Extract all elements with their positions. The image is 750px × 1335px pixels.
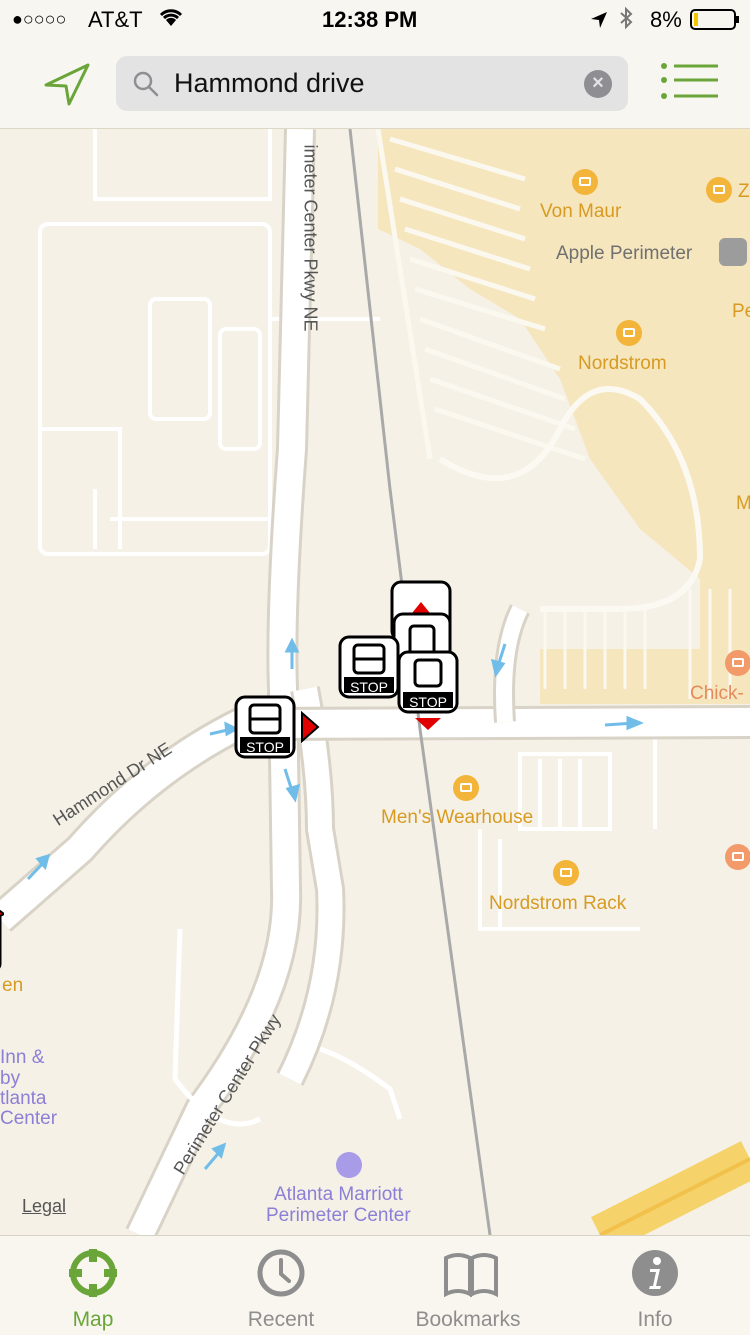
hotel-label-marriott[interactable]: Atlanta Marriott — [274, 1184, 403, 1206]
tab-bar: Map Recent Bookmarks Info — [0, 1235, 750, 1335]
hotel-icon[interactable] — [336, 1152, 362, 1178]
map-view[interactable]: Von Maur Z Apple Perimeter Pe Nordstrom … — [0, 129, 750, 1235]
store-icon[interactable] — [616, 320, 642, 346]
tab-label: Recent — [247, 1308, 315, 1331]
restaurant-icon[interactable] — [725, 650, 750, 676]
store-icon[interactable] — [553, 860, 579, 886]
book-icon — [444, 1253, 498, 1298]
hotel-label-line[interactable]: tlanta — [0, 1088, 46, 1110]
top-navigation: × — [0, 40, 750, 129]
stop-label: STOP — [409, 694, 447, 710]
bus-stop-marker[interactable]: STOP — [338, 635, 400, 699]
stop-marker-partial[interactable] — [0, 900, 6, 974]
status-bar: ●○○○○ AT&T 12:38 PM 8% — [0, 0, 750, 40]
tab-map[interactable]: Map — [3, 1236, 183, 1335]
search-input[interactable] — [174, 64, 554, 102]
tab-recent[interactable]: Recent — [191, 1236, 371, 1335]
place-label-edge: M — [736, 493, 750, 514]
bluetooth-icon — [618, 6, 634, 36]
store-icon[interactable] — [706, 177, 732, 203]
stop-label: STOP — [350, 679, 388, 695]
battery-icon — [690, 9, 740, 37]
tab-bookmarks[interactable]: Bookmarks — [378, 1236, 558, 1335]
tab-label: Info — [637, 1308, 673, 1331]
clear-search-button[interactable]: × — [584, 70, 612, 98]
info-icon — [632, 1250, 678, 1296]
tab-label: Bookmarks — [415, 1308, 521, 1331]
place-label-nordstrom-rack[interactable]: Nordstrom Rack — [489, 893, 626, 915]
hotel-label-line[interactable]: Inn & — [0, 1047, 44, 1069]
store-icon[interactable] — [453, 775, 479, 801]
hotel-label-line[interactable]: by — [0, 1068, 20, 1090]
locate-me-button[interactable] — [40, 60, 94, 110]
apple-store-icon[interactable] — [719, 238, 747, 266]
store-icon[interactable] — [572, 169, 598, 195]
place-label-von-maur[interactable]: Von Maur — [540, 201, 621, 223]
clock-icon — [257, 1249, 305, 1297]
tab-info[interactable]: Info — [565, 1236, 745, 1335]
signal-strength: ●○○○○ — [12, 9, 67, 29]
bus-stop-marker[interactable]: STOP — [234, 695, 324, 759]
restaurant-icon[interactable] — [725, 844, 750, 870]
hotel-label-line[interactable]: Center — [0, 1108, 57, 1130]
hotel-label-marriott[interactable]: Perimeter Center — [266, 1205, 411, 1227]
place-label-edge: Z — [738, 181, 750, 202]
legal-link[interactable]: Legal — [22, 1196, 66, 1217]
list-icon — [661, 63, 718, 99]
train-stop-marker[interactable]: STOP — [397, 650, 459, 730]
list-menu-button[interactable] — [660, 62, 720, 106]
place-label-edge: en — [2, 975, 24, 996]
battery-percent: 8% — [650, 7, 682, 32]
carrier-name: AT&T — [88, 7, 143, 32]
road-label-perimeter-center-pkwy-ne: imeter Center Pkwy NE — [300, 144, 321, 332]
map-target-icon — [69, 1249, 117, 1297]
wifi-icon — [158, 6, 184, 34]
navigation-arrow-icon — [44, 63, 90, 106]
place-label-nordstrom[interactable]: Nordstrom — [578, 353, 667, 375]
location-arrow-icon — [590, 9, 608, 35]
tab-label: Map — [72, 1308, 114, 1331]
place-label-chick[interactable]: Chick- — [690, 683, 744, 705]
stop-label: STOP — [246, 739, 284, 755]
place-label-mens-wearhouse[interactable]: Men's Wearhouse — [381, 807, 533, 829]
place-label-edge: Pe — [732, 301, 750, 322]
clock-time: 12:38 PM — [322, 7, 418, 32]
search-bar[interactable]: × — [116, 56, 628, 111]
place-label-apple-perimeter[interactable]: Apple Perimeter — [556, 243, 692, 265]
search-icon — [133, 71, 159, 97]
